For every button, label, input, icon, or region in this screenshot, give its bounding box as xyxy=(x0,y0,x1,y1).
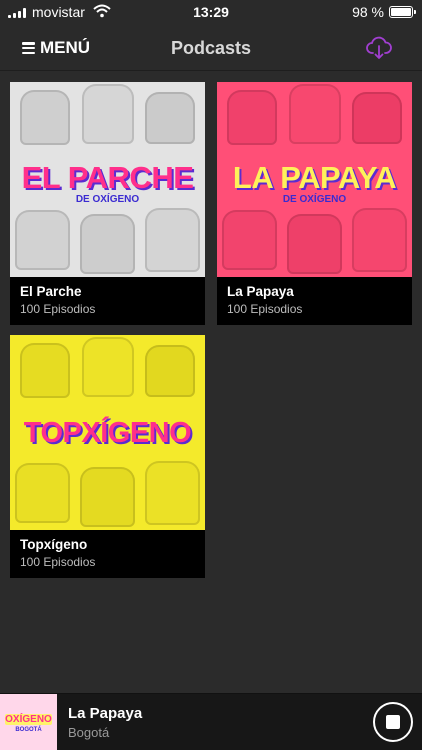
nav-bar: MENÚ Podcasts xyxy=(0,26,422,71)
status-bar: movistar 13:29 98 % xyxy=(0,0,422,26)
podcast-card-topxigeno[interactable]: TOPXÍGENO Topxígeno 100 Episodios xyxy=(10,335,205,578)
podcast-logo-text: LA PAPAYA xyxy=(232,160,397,195)
podcast-card-el-parche[interactable]: EL PARCHE DE OXÍGENO El Parche 100 Episo… xyxy=(10,82,205,325)
cloud-download-icon[interactable] xyxy=(366,35,392,61)
podcast-logo-subtext: DE OXÍGENO xyxy=(75,194,140,205)
battery-percentage: 98 % xyxy=(352,4,384,20)
episode-count: 100 Episodios xyxy=(20,302,96,316)
podcast-artwork: TOPXÍGENO xyxy=(10,335,205,530)
podcast-grid: EL PARCHE DE OXÍGENO El Parche 100 Episo… xyxy=(0,72,422,693)
podcast-name: La Papaya xyxy=(227,284,294,299)
page-title: Podcasts xyxy=(170,38,252,58)
episode-count: 100 Episodios xyxy=(227,302,303,316)
podcast-logo-text: EL PARCHE xyxy=(21,160,194,195)
now-playing-logo-sub: BOGOTÁ xyxy=(15,727,42,733)
now-playing-bar[interactable]: OXÍGENO BOGOTÁ La Papaya Bogotá xyxy=(0,693,422,750)
podcast-name: El Parche xyxy=(20,284,82,299)
now-playing-artwork: OXÍGENO BOGOTÁ xyxy=(0,694,57,750)
podcast-logo-subtext: DE OXÍGENO xyxy=(282,194,347,205)
podcast-logo-text: TOPXÍGENO xyxy=(23,417,192,449)
podcast-artwork: LA PAPAYA DE OXÍGENO xyxy=(217,82,412,277)
podcast-card-la-papaya[interactable]: LA PAPAYA DE OXÍGENO La Papaya 100 Episo… xyxy=(217,82,412,325)
stop-icon xyxy=(386,715,400,729)
podcast-name: Topxígeno xyxy=(20,537,88,552)
now-playing-logo: OXÍGENO xyxy=(5,714,52,725)
now-playing-title: La Papaya xyxy=(68,705,143,722)
now-playing-subtitle: Bogotá xyxy=(68,725,110,740)
stop-button[interactable] xyxy=(373,702,413,742)
episode-count: 100 Episodios xyxy=(20,555,96,569)
podcast-artwork: EL PARCHE DE OXÍGENO xyxy=(10,82,205,277)
battery-icon xyxy=(389,6,416,18)
